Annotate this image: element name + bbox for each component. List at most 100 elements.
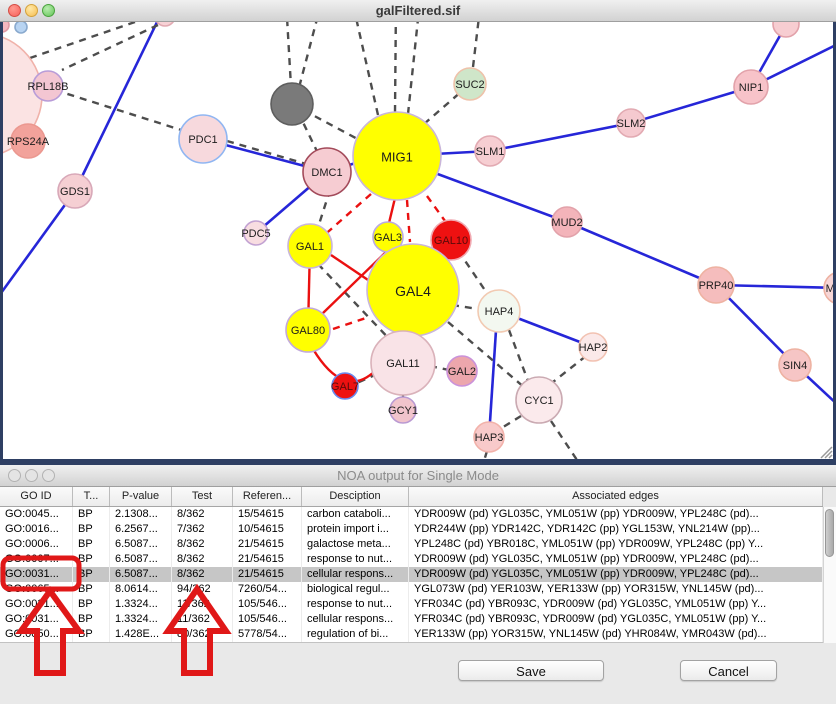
network-node-CYC1[interactable]: CYC1 bbox=[516, 377, 562, 423]
column-header-associated_edges[interactable]: Associated edges bbox=[409, 487, 823, 506]
cell-p_value: 1.3324... bbox=[110, 597, 172, 612]
network-graph[interactable]: RPL18BRPS24AGDS1PDC1DMC1MIG1SUC2SLM1SLM2… bbox=[3, 22, 833, 459]
network-edge bbox=[631, 87, 751, 123]
node-label: GAL7 bbox=[331, 381, 359, 393]
network-node-PRP40[interactable]: PRP40 bbox=[698, 267, 734, 303]
resize-grip-icon[interactable] bbox=[821, 447, 832, 458]
column-header-go_id[interactable]: GO ID bbox=[0, 487, 73, 506]
cell-description: cellular respons... bbox=[302, 567, 409, 582]
network-node-MUD2[interactable]: MUD2 bbox=[551, 207, 582, 237]
network-node-corner-node-2[interactable] bbox=[15, 22, 27, 33]
network-node-top-right-cut-node[interactable] bbox=[773, 22, 799, 37]
cell-type: BP bbox=[73, 537, 110, 552]
column-header-description[interactable]: Desciption bbox=[302, 487, 409, 506]
network-canvas[interactable]: RPL18BRPS24AGDS1PDC1DMC1MIG1SUC2SLM1SLM2… bbox=[0, 22, 836, 462]
cell-type: BP bbox=[73, 552, 110, 567]
network-node-GAL2[interactable]: GAL2 bbox=[447, 356, 477, 386]
noa-window-titlebar[interactable]: NOA output for Single Mode bbox=[0, 465, 836, 487]
table-row-8[interactable]: GO:0050...BP1.428E...80/3625778/54...reg… bbox=[0, 627, 823, 642]
network-edge bbox=[490, 123, 631, 151]
noa-window-title: NOA output for Single Mode bbox=[0, 468, 836, 483]
network-edge bbox=[395, 22, 396, 112]
network-node-HAP4[interactable]: HAP4 bbox=[478, 290, 520, 332]
network-node-GAL1[interactable]: GAL1 bbox=[288, 224, 332, 268]
column-header-test[interactable]: Test bbox=[172, 487, 233, 506]
node-label: PDC1 bbox=[188, 134, 217, 146]
cell-go_id: GO:0007... bbox=[0, 552, 73, 567]
cell-associated_edges: YPL248C (pd) YBR018C, YML051W (pp) YDR00… bbox=[409, 537, 823, 552]
cell-p_value: 6.5087... bbox=[110, 537, 172, 552]
network-node-GAL80[interactable]: GAL80 bbox=[286, 308, 330, 352]
cell-p_value: 6.5087... bbox=[110, 567, 172, 582]
cell-description: cellular respons... bbox=[302, 612, 409, 627]
network-node-DMC1[interactable]: DMC1 bbox=[303, 148, 351, 196]
table-row-0[interactable]: GO:0045...BP2.1308...8/36215/54615carbon… bbox=[0, 507, 823, 522]
cell-type: BP bbox=[73, 597, 110, 612]
cancel-button[interactable]: Cancel bbox=[680, 660, 777, 681]
table-row-1[interactable]: GO:0016...BP6.2567...7/36210/54615protei… bbox=[0, 522, 823, 537]
cell-description: protein import i... bbox=[302, 522, 409, 537]
network-edge bbox=[30, 22, 205, 58]
network-node-NIP1[interactable]: NIP1 bbox=[734, 70, 768, 104]
cell-go_id: GO:0031... bbox=[0, 567, 73, 582]
network-node-HAP2[interactable]: HAP2 bbox=[579, 333, 608, 361]
network-node-SLM2[interactable]: SLM2 bbox=[617, 109, 646, 137]
network-node-SLM1[interactable]: SLM1 bbox=[475, 136, 505, 166]
table-row-3[interactable]: GO:0007...BP6.5087...8/36221/54615respon… bbox=[0, 552, 823, 567]
network-edges bbox=[3, 22, 833, 459]
cell-reference: 105/546... bbox=[233, 612, 302, 627]
network-node-GDS1[interactable]: GDS1 bbox=[58, 174, 92, 208]
network-node-GCY1[interactable]: GCY1 bbox=[388, 397, 418, 423]
cell-go_id: GO:0031... bbox=[0, 597, 73, 612]
cell-associated_edges: YDR009W (pd) YGL035C, YML051W (pp) YDR00… bbox=[409, 507, 823, 522]
cell-test: 11/362 bbox=[172, 597, 233, 612]
cell-description: response to nut... bbox=[302, 552, 409, 567]
network-window-titlebar[interactable]: galFiltered.sif bbox=[0, 0, 836, 22]
table-row-2[interactable]: GO:0006...BP6.5087...8/36221/54615galact… bbox=[0, 537, 823, 552]
cell-p_value: 6.5087... bbox=[110, 552, 172, 567]
cell-p_value: 8.0614... bbox=[110, 582, 172, 597]
cell-type: BP bbox=[73, 522, 110, 537]
cell-test: 80/362 bbox=[172, 627, 233, 642]
network-edge bbox=[55, 90, 197, 135]
network-edge bbox=[567, 222, 716, 285]
node-label: GCY1 bbox=[388, 405, 418, 417]
node-label: GAL4 bbox=[395, 283, 431, 299]
network-node-gray-node[interactable] bbox=[271, 83, 313, 125]
column-header-reference[interactable]: Referen... bbox=[233, 487, 302, 506]
cell-reference: 15/54615 bbox=[233, 507, 302, 522]
network-node-GAL4[interactable]: GAL4 bbox=[367, 244, 459, 336]
table-header: GO IDT...P-valueTestReferen...Desciption… bbox=[0, 487, 823, 507]
save-button[interactable]: Save bbox=[458, 660, 604, 681]
cell-p_value: 2.1308... bbox=[110, 507, 172, 522]
node-label: SLM1 bbox=[476, 146, 505, 158]
network-node-corner-node-1[interactable] bbox=[3, 22, 9, 32]
node-label: GAL80 bbox=[291, 325, 325, 337]
network-node-GAL7[interactable]: GAL7 bbox=[331, 373, 359, 399]
network-edge bbox=[331, 255, 371, 282]
table-row-6[interactable]: GO:0031...BP1.3324...11/362105/546...res… bbox=[0, 597, 823, 612]
network-edge bbox=[509, 330, 528, 381]
network-node-GAL11[interactable]: GAL11 bbox=[371, 331, 435, 395]
node-label: SLM2 bbox=[617, 118, 646, 130]
network-node-MIG1[interactable]: MIG1 bbox=[353, 112, 441, 200]
vertical-scrollbar[interactable] bbox=[823, 507, 836, 643]
network-node-HAP3[interactable]: HAP3 bbox=[474, 422, 504, 452]
column-header-type[interactable]: T... bbox=[73, 487, 110, 506]
scrollbar-thumb[interactable] bbox=[825, 509, 834, 557]
cell-p_value: 6.2567... bbox=[110, 522, 172, 537]
node-label: MIG1 bbox=[381, 150, 413, 165]
network-node-MSL1[interactable]: MSL1 bbox=[824, 272, 833, 304]
node-label: SIN4 bbox=[783, 360, 807, 372]
cell-description: galactose meta... bbox=[302, 537, 409, 552]
network-edge bbox=[407, 200, 410, 242]
table-row-5[interactable]: GO:0065...BP8.0614...94/3627260/54...bio… bbox=[0, 582, 823, 597]
network-node-SIN4[interactable]: SIN4 bbox=[779, 349, 811, 381]
network-node-PDC1[interactable]: PDC1 bbox=[179, 115, 227, 163]
column-header-p_value[interactable]: P-value bbox=[110, 487, 172, 506]
cell-description: response to nut... bbox=[302, 597, 409, 612]
table-row-4[interactable]: GO:0031...BP6.5087...8/36221/54615cellul… bbox=[0, 567, 823, 582]
network-edge bbox=[473, 22, 481, 67]
table-row-7[interactable]: GO:0031...BP1.3324...11/362105/546...cel… bbox=[0, 612, 823, 627]
network-node-SUC2[interactable]: SUC2 bbox=[454, 68, 486, 100]
